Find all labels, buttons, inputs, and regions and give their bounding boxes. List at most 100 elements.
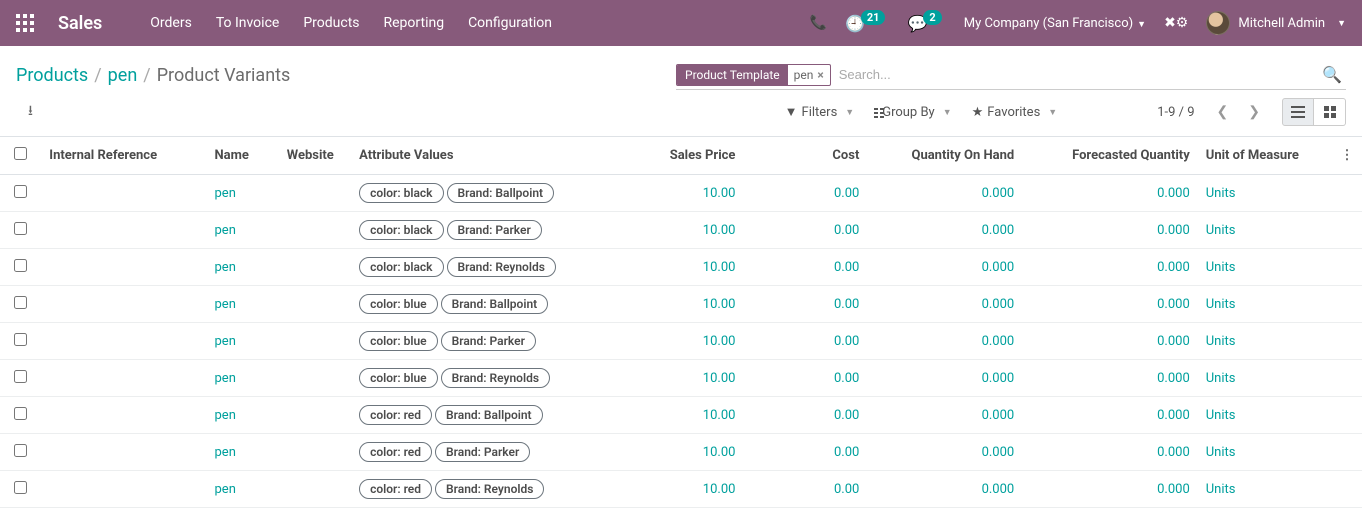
product-link[interactable]: pen — [215, 334, 236, 349]
col-qty[interactable]: Quantity On Hand — [867, 137, 1022, 175]
brand[interactable]: Sales — [58, 13, 102, 34]
product-link[interactable]: pen — [215, 223, 236, 238]
filters-button[interactable]: ▼Filters▼ — [785, 104, 855, 120]
forecast-link[interactable]: 0.000 — [1157, 260, 1190, 275]
cost-link[interactable]: 0.00 — [834, 482, 859, 497]
nav-reporting[interactable]: Reporting — [384, 15, 445, 31]
debug-icon[interactable]: ✖⚙ — [1164, 15, 1188, 31]
forecast-link[interactable]: 0.000 — [1157, 186, 1190, 201]
pager[interactable]: 1-9 / 9 — [1157, 105, 1194, 120]
select-all-checkbox[interactable] — [14, 147, 27, 160]
price-link[interactable]: 10.00 — [703, 371, 736, 386]
col-forecast[interactable]: Forecasted Quantity — [1022, 137, 1198, 175]
cost-link[interactable]: 0.00 — [834, 223, 859, 238]
price-link[interactable]: 10.00 — [703, 334, 736, 349]
row-checkbox[interactable] — [14, 481, 27, 494]
nav-configuration[interactable]: Configuration — [468, 15, 552, 31]
qty-link[interactable]: 0.000 — [982, 186, 1015, 201]
qty-link[interactable]: 0.000 — [982, 445, 1015, 460]
table-row[interactable]: pencolor: blackBrand: Ballpoint10.000.00… — [0, 175, 1362, 212]
pager-prev-icon[interactable]: ❮ — [1209, 100, 1237, 124]
facet-remove-icon[interactable]: × — [817, 68, 823, 82]
groupby-button[interactable]: Group By▼ — [874, 105, 951, 120]
forecast-link[interactable]: 0.000 — [1157, 371, 1190, 386]
col-uom[interactable]: Unit of Measure — [1198, 137, 1332, 175]
nav-to-invoice[interactable]: To Invoice — [216, 15, 280, 31]
qty-link[interactable]: 0.000 — [982, 297, 1015, 312]
product-link[interactable]: pen — [215, 408, 236, 423]
cost-link[interactable]: 0.00 — [834, 408, 859, 423]
price-link[interactable]: 10.00 — [703, 445, 736, 460]
col-name[interactable]: Name — [207, 137, 279, 175]
row-checkbox[interactable] — [14, 296, 27, 309]
forecast-link[interactable]: 0.000 — [1157, 482, 1190, 497]
cost-link[interactable]: 0.00 — [834, 334, 859, 349]
company-switcher[interactable]: My Company (San Francisco)▼ — [964, 16, 1146, 31]
row-checkbox[interactable] — [14, 259, 27, 272]
qty-link[interactable]: 0.000 — [982, 371, 1015, 386]
product-link[interactable]: pen — [215, 371, 236, 386]
price-link[interactable]: 10.00 — [703, 223, 736, 238]
price-link[interactable]: 10.00 — [703, 186, 736, 201]
table-row[interactable]: pencolor: redBrand: Parker10.000.000.000… — [0, 434, 1362, 471]
price-link[interactable]: 10.00 — [703, 408, 736, 423]
nav-products[interactable]: Products — [303, 15, 359, 31]
row-checkbox[interactable] — [14, 444, 27, 457]
search-icon[interactable]: 🔍 — [1318, 65, 1346, 84]
kanban-view-button[interactable] — [1314, 98, 1346, 126]
list-view-button[interactable] — [1282, 98, 1314, 126]
forecast-link[interactable]: 0.000 — [1157, 408, 1190, 423]
user-menu[interactable]: Mitchell Admin ▼ — [1206, 11, 1346, 35]
table-row[interactable]: pencolor: blueBrand: Parker10.000.000.00… — [0, 323, 1362, 360]
price-link[interactable]: 10.00 — [703, 297, 736, 312]
cost-link[interactable]: 0.00 — [834, 445, 859, 460]
row-checkbox[interactable] — [14, 407, 27, 420]
qty-link[interactable]: 0.000 — [982, 334, 1015, 349]
row-checkbox[interactable] — [14, 370, 27, 383]
product-link[interactable]: pen — [215, 482, 236, 497]
col-attrs[interactable]: Attribute Values — [351, 137, 640, 175]
table-row[interactable]: pencolor: redBrand: Ballpoint10.000.000.… — [0, 397, 1362, 434]
row-checkbox[interactable] — [14, 185, 27, 198]
product-link[interactable]: pen — [215, 186, 236, 201]
search-input[interactable] — [835, 65, 1318, 84]
activities-button[interactable]: 🕘 21 — [845, 14, 890, 33]
forecast-link[interactable]: 0.000 — [1157, 297, 1190, 312]
qty-link[interactable]: 0.000 — [982, 482, 1015, 497]
column-options-icon[interactable]: ⋮ — [1332, 137, 1362, 175]
cost-link[interactable]: 0.00 — [834, 297, 859, 312]
row-checkbox[interactable] — [14, 333, 27, 346]
pager-next-icon[interactable]: ❯ — [1240, 100, 1268, 124]
price-link[interactable]: 10.00 — [703, 260, 736, 275]
table-row[interactable]: pencolor: blueBrand: Reynolds10.000.000.… — [0, 360, 1362, 397]
product-link[interactable]: pen — [215, 297, 236, 312]
price-link[interactable]: 10.00 — [703, 482, 736, 497]
qty-link[interactable]: 0.000 — [982, 260, 1015, 275]
messages-button[interactable]: 💬 2 — [907, 14, 945, 33]
col-ref[interactable]: Internal Reference — [41, 137, 206, 175]
qty-link[interactable]: 0.000 — [982, 223, 1015, 238]
table-row[interactable]: pencolor: blackBrand: Reynolds10.000.000… — [0, 249, 1362, 286]
breadcrumb-products[interactable]: Products — [16, 65, 88, 86]
cost-link[interactable]: 0.00 — [834, 186, 859, 201]
cost-link[interactable]: 0.00 — [834, 371, 859, 386]
phone-icon[interactable]: 📞 — [810, 15, 827, 31]
favorites-button[interactable]: ★Favorites▼ — [972, 105, 1058, 120]
qty-link[interactable]: 0.000 — [982, 408, 1015, 423]
nav-orders[interactable]: Orders — [150, 15, 192, 31]
export-icon[interactable]: ⭳ — [28, 100, 33, 124]
cost-link[interactable]: 0.00 — [834, 260, 859, 275]
product-link[interactable]: pen — [215, 260, 236, 275]
table-row[interactable]: pencolor: redBrand: Reynolds10.000.000.0… — [0, 471, 1362, 508]
apps-icon[interactable] — [16, 14, 34, 32]
table-row[interactable]: pencolor: blackBrand: Parker10.000.000.0… — [0, 212, 1362, 249]
product-link[interactable]: pen — [215, 445, 236, 460]
row-checkbox[interactable] — [14, 222, 27, 235]
forecast-link[interactable]: 0.000 — [1157, 223, 1190, 238]
breadcrumb-pen[interactable]: pen — [108, 65, 138, 86]
table-row[interactable]: pencolor: blueBrand: Ballpoint10.000.000… — [0, 286, 1362, 323]
col-price[interactable]: Sales Price — [640, 137, 743, 175]
forecast-link[interactable]: 0.000 — [1157, 334, 1190, 349]
col-cost[interactable]: Cost — [743, 137, 867, 175]
forecast-link[interactable]: 0.000 — [1157, 445, 1190, 460]
